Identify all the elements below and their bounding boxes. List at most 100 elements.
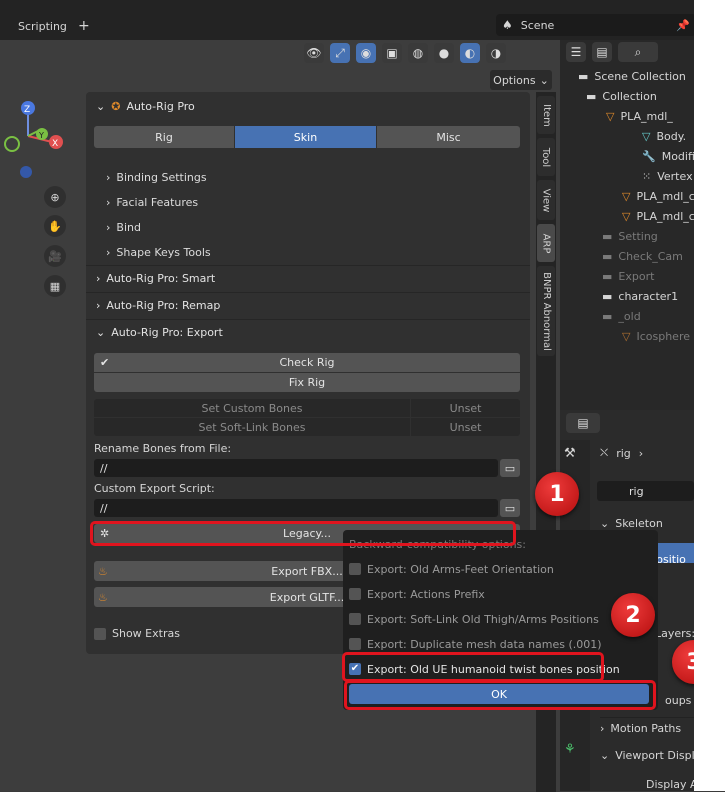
- window-edge: [694, 0, 725, 791]
- collection-icon: ▬: [586, 89, 597, 103]
- outliner-row[interactable]: ⁙ Vertex: [560, 166, 694, 186]
- section-bind[interactable]: › Bind: [106, 216, 141, 238]
- wrench-icon: 🔧: [642, 149, 656, 163]
- row-label: PLA_mdl_c: [636, 209, 694, 223]
- section-label: Bind: [116, 220, 141, 234]
- tab-misc[interactable]: Misc: [377, 126, 520, 148]
- option-checkbox[interactable]: [349, 613, 361, 625]
- outliner-row[interactable]: ▽ Icosphere: [560, 326, 694, 346]
- panel-header-autorig[interactable]: ⌄ ✪ Auto-Rig Pro: [86, 93, 530, 119]
- xray-icon[interactable]: ▣: [382, 43, 402, 63]
- outliner-row[interactable]: 🔧 Modifi: [560, 146, 694, 166]
- section-shape-keys-tools[interactable]: › Shape Keys Tools: [106, 241, 211, 263]
- chevron-down-icon: ⌄: [539, 73, 549, 87]
- options-dropdown[interactable]: Options ⌄: [490, 70, 552, 90]
- option-label: Export: Actions Prefix: [367, 587, 485, 601]
- outliner-row[interactable]: ▬ Export: [560, 266, 694, 286]
- material-shading-icon[interactable]: ◐: [460, 43, 480, 63]
- option-checkbox[interactable]: [349, 638, 361, 650]
- rename-bones-field[interactable]: //: [94, 459, 498, 477]
- set-softlink-bones-button[interactable]: Set Soft-Link Bones: [94, 418, 410, 436]
- tab-skin[interactable]: Skin: [235, 126, 376, 148]
- row-label: Body.: [656, 129, 687, 143]
- bone-groups-header[interactable]: oups: [665, 694, 691, 707]
- collection-icon: ▬: [602, 269, 613, 283]
- row-label: Check_Cam: [618, 249, 683, 263]
- row-label: Setting: [618, 229, 658, 243]
- panel-header-remap[interactable]: › Auto-Rig Pro: Remap: [86, 292, 530, 318]
- outliner-row[interactable]: ▽ PLA_mdl_c: [560, 206, 694, 226]
- collection-icon: ▬: [602, 309, 613, 323]
- rendered-shading-icon[interactable]: ◑: [486, 43, 506, 63]
- search-icon[interactable]: ⌕: [618, 42, 658, 62]
- visibility-icon[interactable]: 👁: [304, 43, 324, 63]
- option-checkbox[interactable]: [349, 588, 361, 600]
- popup-option-row[interactable]: Export: Soft-Link Old Thigh/Arms Positio…: [349, 608, 599, 630]
- outliner-row[interactable]: ▽ PLA_mdl_c: [560, 186, 694, 206]
- outliner-row[interactable]: ▬ _old: [560, 306, 694, 326]
- outliner-row[interactable]: ▬ Collection: [560, 86, 694, 106]
- pin-icon[interactable]: 📌: [676, 19, 690, 32]
- popup-option-row[interactable]: Export: Old Arms-Feet Orientation: [349, 558, 554, 580]
- set-custom-bones-button[interactable]: Set Custom Bones: [94, 399, 410, 417]
- zoom-icon[interactable]: ⊕: [44, 186, 66, 208]
- overlay-icon[interactable]: ◉: [356, 43, 376, 63]
- outliner-row[interactable]: ▬ Scene Collection: [560, 66, 694, 86]
- tab-rig[interactable]: Rig: [94, 126, 234, 148]
- tab-arp[interactable]: ARP: [537, 224, 555, 262]
- properties-editor-type-icon[interactable]: ▤: [566, 413, 600, 433]
- pan-hand-icon[interactable]: ✋: [44, 215, 66, 237]
- bone-constraint-icon[interactable]: ⚘: [564, 742, 576, 757]
- scene-selector[interactable]: ♠ Scene 📌: [496, 14, 696, 36]
- tab-view[interactable]: View: [537, 180, 555, 220]
- camera-icon[interactable]: 🎥: [44, 245, 66, 267]
- tab-label: View: [540, 188, 552, 212]
- outliner-row[interactable]: ▬ Setting: [560, 226, 694, 246]
- navigation-gizmo[interactable]: Z Y X: [0, 96, 80, 296]
- section-label: Binding Settings: [116, 170, 207, 184]
- show-extras-checkbox[interactable]: [94, 627, 106, 640]
- row-label: character1: [618, 289, 679, 303]
- gizmo-icon[interactable]: ⤢: [330, 43, 350, 63]
- chevron-right-icon: ›: [106, 220, 111, 234]
- viewport-display-header[interactable]: ⌄ Viewport Displa: [600, 744, 694, 766]
- check-rig-button[interactable]: ✔ Check Rig: [94, 353, 520, 372]
- popup-option-row[interactable]: Export: Actions Prefix: [349, 583, 485, 605]
- tool-settings-icon[interactable]: ⚒: [564, 446, 576, 461]
- section-facial-features[interactable]: › Facial Features: [106, 191, 198, 213]
- tab-bnpr-abnormal[interactable]: BNPR Abnormal: [537, 266, 555, 356]
- editor-type-icon[interactable]: ☰: [566, 42, 586, 62]
- show-extras-toggle[interactable]: Show Extras: [94, 627, 180, 640]
- vertex-group-icon: ⁙: [642, 169, 652, 183]
- display-mode-icon[interactable]: ▤: [592, 42, 612, 62]
- outliner-row[interactable]: ▽ Body.: [560, 126, 694, 146]
- unset-custom-bones-button[interactable]: Unset: [411, 399, 520, 417]
- panel-header-smart[interactable]: › Auto-Rig Pro: Smart: [86, 265, 530, 291]
- section-binding-settings[interactable]: › Binding Settings: [106, 166, 207, 188]
- folder-icon[interactable]: ▭: [500, 499, 520, 517]
- grid-view-icon[interactable]: ▦: [44, 275, 66, 297]
- outliner-row[interactable]: ▬ character1: [560, 286, 694, 306]
- display-as-label: Display A: [646, 778, 698, 791]
- outliner-row[interactable]: ▬ Check_Cam: [560, 246, 694, 266]
- option-checkbox[interactable]: [349, 563, 361, 575]
- panel-header-export[interactable]: ⌄ Auto-Rig Pro: Export: [86, 319, 530, 345]
- motion-paths-header[interactable]: › Motion Paths: [600, 717, 694, 739]
- fix-rig-button[interactable]: Fix Rig: [94, 373, 520, 392]
- workspace-tab-scripting[interactable]: Scripting: [18, 20, 67, 33]
- custom-export-script-field[interactable]: //: [94, 499, 498, 517]
- outliner-row[interactable]: ▽ PLA_mdl_: [560, 106, 694, 126]
- add-workspace-button[interactable]: +: [78, 18, 90, 34]
- armature-name-field[interactable]: rig: [597, 481, 694, 501]
- solid-shading-icon[interactable]: ●: [434, 43, 454, 63]
- custom-export-script-label: Custom Export Script:: [94, 482, 215, 495]
- option-label: Export: Duplicate mesh data names (.001): [367, 637, 602, 651]
- unset-softlink-bones-button[interactable]: Unset: [411, 418, 520, 436]
- collection-icon: ▬: [578, 69, 589, 83]
- folder-icon[interactable]: ▭: [500, 459, 520, 477]
- scene-name: Scene: [520, 18, 555, 32]
- tab-item[interactable]: Item: [537, 96, 555, 134]
- annotation-box-ok: [344, 680, 656, 710]
- wireframe-shading-icon[interactable]: ◍: [408, 43, 428, 63]
- tab-tool[interactable]: Tool: [537, 138, 555, 176]
